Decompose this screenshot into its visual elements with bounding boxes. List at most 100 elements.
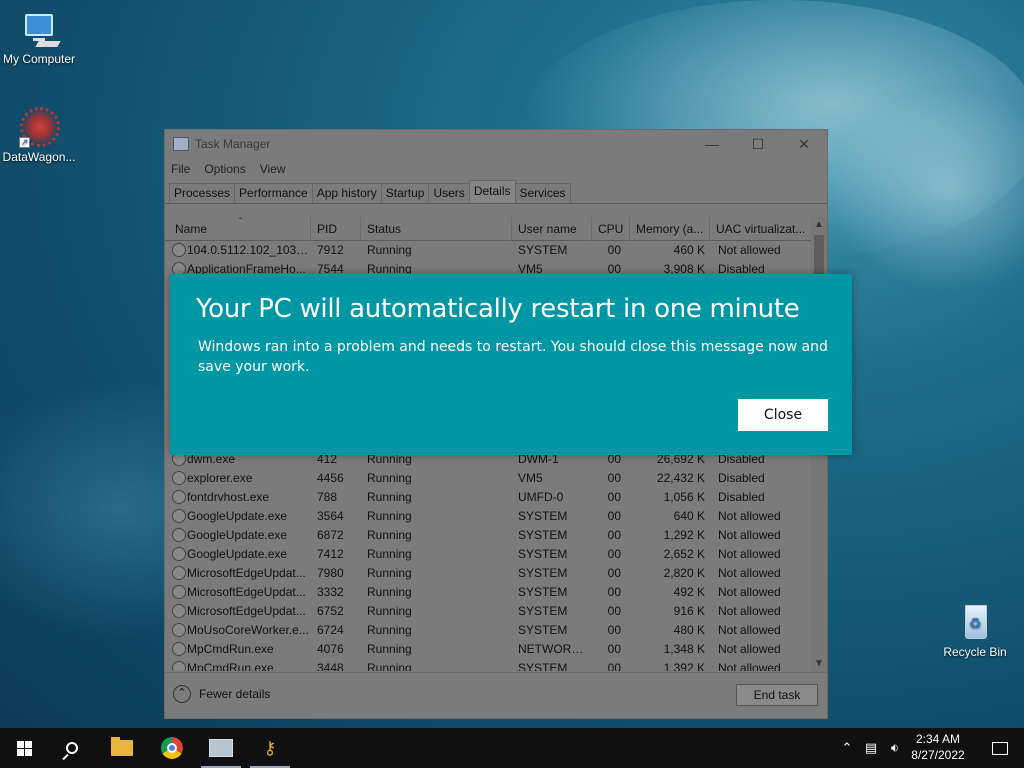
column-header-name[interactable]: Name ˆ xyxy=(171,217,311,241)
process-uac: Not allowed xyxy=(718,509,781,523)
close-window-icon[interactable]: ✕ xyxy=(781,136,827,153)
keys-icon: ⚷ xyxy=(263,738,277,758)
desktop-icon-label: DataWagon... xyxy=(2,150,76,164)
process-row[interactable]: MpCmdRun.exe 4076 Running NETWORK... 00 1,348… xyxy=(165,640,811,659)
process-row[interactable]: MicrosoftEdgeUpdat... 7980 Running SYSTEM 00… xyxy=(165,564,811,583)
process-icon xyxy=(172,528,186,542)
process-row[interactable]: MicrosoftEdgeUpdat... 6752 Running SYSTEM 00… xyxy=(165,602,811,621)
taskbar-file-explorer[interactable] xyxy=(98,728,146,768)
process-row[interactable]: MicrosoftEdgeUpdat... 3332 Running SYSTEM 00… xyxy=(165,583,811,602)
process-memory: 22,432 K xyxy=(656,471,705,485)
process-row[interactable]: MoUsoCoreWorker.e... 6724 Running SYSTEM 00 4… xyxy=(165,621,811,640)
process-pid: 6724 xyxy=(317,623,344,637)
scroll-down-icon[interactable]: ▼ xyxy=(811,656,827,672)
process-user: SYSTEM xyxy=(518,623,568,637)
process-row[interactable]: MpCmdRun.exe 3448 Running SYSTEM 00 1,392 K No… xyxy=(165,659,811,671)
notification-icon xyxy=(992,741,1008,755)
process-row[interactable]: fontdrvhost.exe 788 Running UMFD-0 00 1,056 K… xyxy=(165,488,811,507)
tab-processes[interactable]: Processes xyxy=(169,183,236,203)
process-icon xyxy=(172,471,186,485)
process-row[interactable]: explorer.exe 4456 Running VM5 00 22,432 K Disa… xyxy=(165,469,811,488)
title-bar[interactable]: Task Manager — ☐ ✕ xyxy=(165,130,827,158)
desktop-icon-my-computer[interactable]: My Computer xyxy=(0,10,81,66)
close-button[interactable]: Close xyxy=(738,399,828,431)
process-row[interactable]: 104.0.5112.102_103.0.... 7912 Running SYSTE… xyxy=(165,241,811,260)
process-user: SYSTEM xyxy=(518,243,568,257)
process-user: VM5 xyxy=(518,471,543,485)
process-pid: 3332 xyxy=(317,585,344,599)
column-header-pid[interactable]: PID xyxy=(313,217,361,241)
process-user: SYSTEM xyxy=(518,509,568,523)
process-pid: 788 xyxy=(317,490,338,504)
tab-strip: Processes Performance App history Startu… xyxy=(165,180,827,204)
tab-app-history[interactable]: App history xyxy=(311,183,382,203)
clock[interactable]: 2:34 AM 8/27/2022 xyxy=(904,731,972,763)
task-manager-icon xyxy=(209,739,233,757)
process-cpu: 00 xyxy=(607,661,621,671)
action-center-button[interactable] xyxy=(980,728,1020,768)
show-hidden-icons-chevron-icon[interactable]: ⌃ xyxy=(836,728,858,768)
minimize-icon[interactable]: — xyxy=(689,136,735,152)
task-manager-app-icon xyxy=(173,137,189,151)
desktop-icon-datawagon[interactable]: ↗ DataWagon... xyxy=(0,107,81,164)
process-user: SYSTEM xyxy=(518,528,568,542)
process-cpu: 00 xyxy=(607,243,621,257)
desktop-icon-recycle-bin[interactable]: Recycle Bin xyxy=(933,603,1017,659)
process-status: Running xyxy=(367,585,412,599)
process-user: SYSTEM xyxy=(518,566,568,580)
taskbar-keys-app[interactable]: ⚷ xyxy=(246,728,294,768)
process-memory: 1,056 K xyxy=(663,490,705,504)
process-user: SYSTEM xyxy=(518,661,568,671)
clock-date: 8/27/2022 xyxy=(911,748,965,762)
menu-options[interactable]: Options xyxy=(204,162,245,176)
task-manager-footer: ⌃ Fewer details End task xyxy=(165,672,827,718)
tab-users[interactable]: Users xyxy=(428,183,470,203)
process-cpu: 00 xyxy=(607,642,621,656)
process-user: SYSTEM xyxy=(518,547,568,561)
scroll-up-icon[interactable]: ▲ xyxy=(811,217,827,233)
end-task-button[interactable]: End task xyxy=(736,684,818,706)
process-memory: 492 K xyxy=(673,585,705,599)
process-uac: Not allowed xyxy=(718,243,781,257)
recycle-bin-icon xyxy=(955,603,995,643)
tab-details[interactable]: Details xyxy=(468,180,516,203)
process-pid: 6872 xyxy=(317,528,344,542)
menu-file[interactable]: File xyxy=(171,162,190,176)
search-button[interactable] xyxy=(48,728,96,768)
process-user: SYSTEM xyxy=(518,604,568,618)
column-header-status[interactable]: Status xyxy=(363,217,512,241)
column-header-memory[interactable]: Memory (a... xyxy=(632,217,710,241)
process-cpu: 00 xyxy=(607,623,621,637)
process-memory: 460 K xyxy=(673,243,705,257)
maximize-icon[interactable]: ☐ xyxy=(735,136,781,153)
restart-notification-dialog: Your PC will automatically restart in on… xyxy=(170,274,852,455)
tab-performance[interactable]: Performance xyxy=(234,183,313,203)
column-header-user-name[interactable]: User name xyxy=(514,217,592,241)
start-button[interactable] xyxy=(0,728,48,768)
process-uac: Not allowed xyxy=(718,528,781,542)
process-row[interactable]: GoogleUpdate.exe 3564 Running SYSTEM 00 640 K… xyxy=(165,507,811,526)
process-row[interactable]: GoogleUpdate.exe 6872 Running SYSTEM 00 1,292… xyxy=(165,526,811,545)
volume-icon[interactable]: 🔉︎ xyxy=(884,728,906,768)
fewer-details-button[interactable]: ⌃ Fewer details xyxy=(173,685,270,703)
menu-bar: File Options View xyxy=(165,158,827,180)
chrome-icon xyxy=(161,737,183,759)
taskbar-task-manager[interactable] xyxy=(197,728,245,768)
process-pid: 6752 xyxy=(317,604,344,618)
menu-view[interactable]: View xyxy=(260,162,286,176)
taskbar-chrome[interactable] xyxy=(148,728,196,768)
process-icon xyxy=(172,490,186,504)
column-header-cpu[interactable]: CPU xyxy=(594,217,630,241)
process-cpu: 00 xyxy=(607,547,621,561)
process-name: GoogleUpdate.exe xyxy=(187,547,288,561)
process-status: Running xyxy=(367,642,412,656)
tab-services[interactable]: Services xyxy=(514,183,571,203)
process-row[interactable]: GoogleUpdate.exe 7412 Running SYSTEM 00 2,652… xyxy=(165,545,811,564)
dialog-title: Your PC will automatically restart in on… xyxy=(196,294,800,324)
tab-startup[interactable]: Startup xyxy=(380,183,430,203)
process-name: MicrosoftEdgeUpdat... xyxy=(187,604,306,618)
process-status: Running xyxy=(367,566,412,580)
column-header-uac[interactable]: UAC virtualizat... xyxy=(712,217,812,241)
desktop-icon-label: Recycle Bin xyxy=(943,645,1007,659)
network-icon[interactable]: ▤ xyxy=(860,728,882,768)
